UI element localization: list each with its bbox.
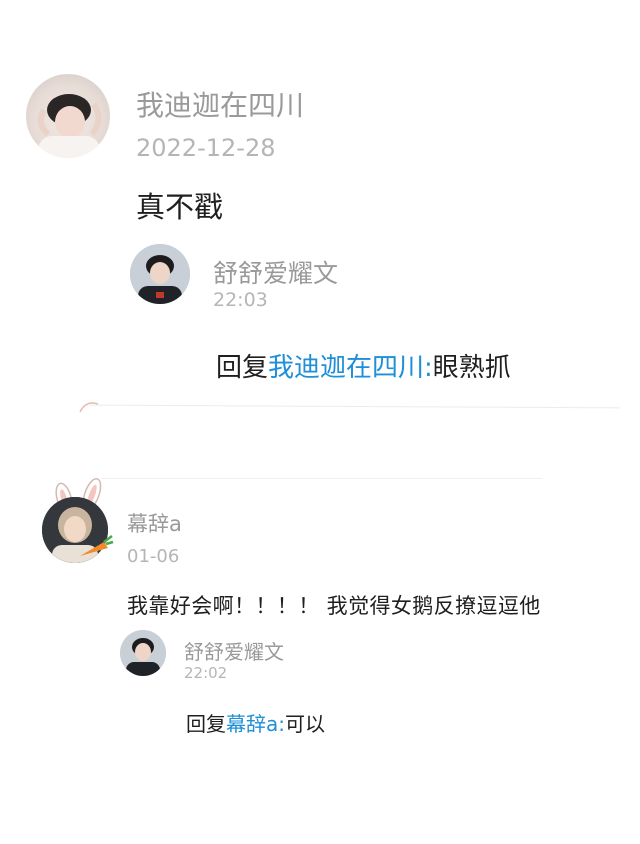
reply-prefix: 回复 — [216, 353, 269, 383]
reply-content: 眼熟抓 — [432, 353, 511, 383]
comment-username[interactable]: 幕辞a — [127, 508, 182, 538]
reply-text: 回复幕辞a:可以 — [186, 708, 325, 737]
user-avatar[interactable] — [26, 74, 110, 158]
comment-date: 01-06 — [127, 546, 180, 567]
reply-text: 回复我迪迦在四川:眼熟抓 — [216, 347, 511, 384]
reply-separator: : — [424, 353, 433, 383]
comment-date: 2022-12-28 — [136, 134, 276, 162]
corner-decoration-icon — [79, 402, 99, 413]
reply-target-link[interactable]: 我迪迦在四川 — [268, 353, 424, 383]
reply-content: 可以 — [285, 712, 326, 736]
person-photo-icon — [130, 244, 190, 304]
reply-target-link[interactable]: 幕辞a — [226, 712, 278, 736]
carrot-icon — [80, 535, 114, 556]
reply-avatar[interactable] — [130, 244, 190, 304]
comment-text: 真不戳 — [136, 190, 224, 224]
reply-separator: : — [278, 712, 286, 736]
comment-username[interactable]: 我迪迦在四川 — [136, 84, 304, 124]
reply-time: 22:02 — [184, 664, 228, 682]
divider — [90, 404, 620, 409]
reply-prefix: 回复 — [186, 712, 226, 736]
divider — [102, 478, 542, 479]
person-photo-icon — [37, 94, 102, 158]
reply-username[interactable]: 舒舒爱耀文 — [213, 254, 338, 290]
comment-text: 我靠好会啊！！！！ 我觉得女鹅反撩逗逗他 — [127, 594, 541, 618]
reply-time: 22:03 — [213, 289, 268, 311]
reply-username[interactable]: 舒舒爱耀文 — [184, 636, 284, 665]
reply-avatar[interactable] — [120, 630, 166, 676]
person-photo-icon — [120, 630, 166, 676]
